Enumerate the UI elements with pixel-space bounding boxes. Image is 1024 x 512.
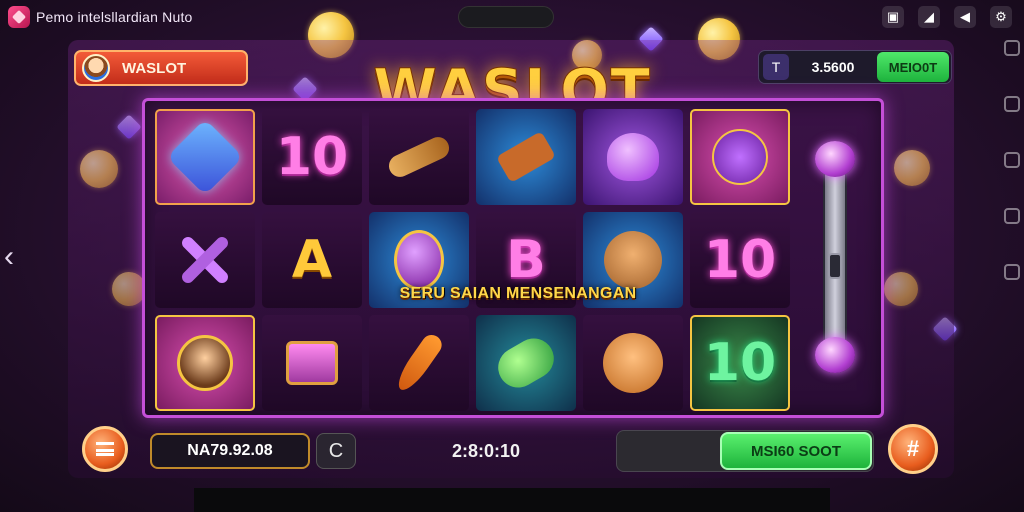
reel-tile-number-10-green: 10 <box>690 315 790 411</box>
settings-icon[interactable]: ⚙ <box>990 6 1012 28</box>
reel-grid: 10 A B 10 10 <box>155 109 791 411</box>
reel-board: 10 A B 10 10 <box>142 98 884 418</box>
edge-control-4[interactable] <box>1004 208 1020 224</box>
gift-box-art <box>286 341 338 385</box>
app-gem-icon <box>8 6 30 28</box>
reel-tile-magic-staff <box>155 109 255 205</box>
tile-symbol-text: 10 <box>703 333 777 393</box>
autoplay-button[interactable]: # <box>888 424 938 474</box>
edge-control-3[interactable] <box>1004 152 1020 168</box>
hammer-art <box>495 131 557 183</box>
purple-gem-heart-art <box>607 133 659 181</box>
carrot-art <box>392 331 446 395</box>
purple-cat-art <box>712 129 768 185</box>
reel-slider[interactable] <box>815 141 855 373</box>
magic-egg-art <box>394 230 444 290</box>
deposit-button[interactable]: MEIO0T <box>877 52 949 82</box>
reel-tile-orange-cat <box>583 315 683 411</box>
menu-icon <box>96 442 114 456</box>
menu-button[interactable] <box>82 426 128 472</box>
reel-tile-gift-box <box>262 315 362 411</box>
reel-tile-green-gem <box>476 315 576 411</box>
reel-tile-letter-a: A <box>262 212 362 308</box>
tile-symbol-text: 10 <box>275 127 349 187</box>
orange-cat-art <box>603 333 663 393</box>
camera-notch <box>458 6 554 28</box>
refresh-button[interactable]: C <box>316 433 356 469</box>
system-icons: ▣ ◢ ◀ ⚙ <box>882 6 1012 28</box>
magic-staff-art <box>166 118 244 196</box>
hero-character-art <box>177 335 233 391</box>
reel-tile-number-10: 10 <box>262 109 362 205</box>
bet-amount: NA79.92.08 <box>150 433 310 469</box>
slider-bottom-cap <box>815 337 855 373</box>
signal-icon: ◢ <box>918 6 940 28</box>
reel-tile-number-10-pink: 10 <box>690 212 790 308</box>
bottom-strip <box>194 488 830 512</box>
chevron-left-icon[interactable]: ‹ <box>4 240 14 274</box>
cat-character-art <box>604 231 662 289</box>
edge-control-5[interactable] <box>1004 264 1020 280</box>
image-icon[interactable]: ▣ <box>882 6 904 28</box>
balance-amount: 3.5600 <box>811 59 855 75</box>
reel-tile-crossed-bones <box>155 212 255 308</box>
balance-panel: T 3.5600 MEIO0T <box>758 50 952 84</box>
balance-icon: T <box>763 54 789 80</box>
refresh-icon: C <box>328 439 344 462</box>
promo-banner: SERU SAIAN MENSENANGAN <box>399 285 637 302</box>
player-name: WASLOT <box>122 59 187 77</box>
edge-control-2[interactable] <box>1004 96 1020 112</box>
app-title: Pemo intelsllardian Nuto <box>36 9 193 25</box>
slider-top-cap <box>815 141 855 177</box>
tile-symbol-text: B <box>506 230 546 290</box>
reel-tile-carrot <box>369 315 469 411</box>
edge-control-1[interactable] <box>1004 40 1020 56</box>
autoplay-icon: # <box>906 436 920 461</box>
player-badge[interactable]: WASLOT <box>74 50 248 86</box>
tile-symbol-text: A <box>291 230 333 290</box>
reel-tile-carrot-bundle <box>369 109 469 205</box>
tile-symbol-text: 10 <box>703 230 777 290</box>
spin-button[interactable]: MSI60 SOOT <box>720 432 872 470</box>
reel-tile-purple-cat <box>690 109 790 205</box>
green-gem-art <box>490 331 562 395</box>
wifi-icon: ◀ <box>954 6 976 28</box>
carrot-bundle-art <box>385 133 453 181</box>
reel-tile-hammer <box>476 109 576 205</box>
reel-tile-hero-character <box>155 315 255 411</box>
status-bar: Pemo intelsllardian Nuto ▣ ◢ ◀ ⚙ <box>0 0 1024 36</box>
edge-controls <box>1004 40 1020 280</box>
timer-display: 2:8:0:10 <box>451 440 521 461</box>
reel-tile-purple-gem-heart <box>583 109 683 205</box>
slider-knob[interactable] <box>828 253 842 279</box>
avatar <box>82 54 110 82</box>
